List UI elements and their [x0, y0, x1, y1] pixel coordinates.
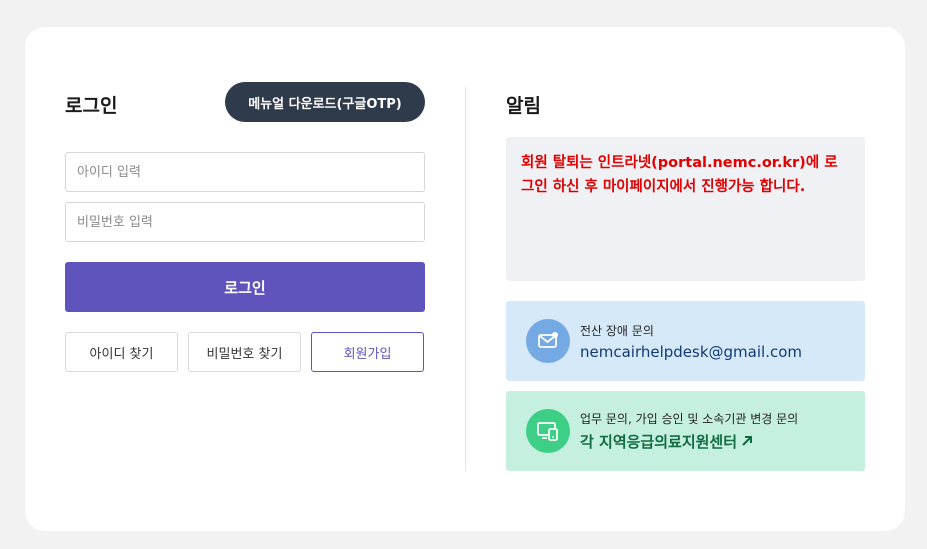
find-id-button[interactable]: 아이디 찾기: [65, 332, 178, 372]
it-support-box: 전산 장애 문의 nemcairhelpdesk@gmail.com: [506, 301, 865, 381]
manual-download-button[interactable]: 메뉴얼 다운로드(구글OTP): [225, 82, 425, 122]
login-card: 로그인 메뉴얼 다운로드(구글OTP) 로그인 아이디 찾기 비밀번호 찾기 회…: [25, 27, 905, 531]
id-input[interactable]: [65, 152, 425, 192]
business-support-label: 업무 문의, 가입 승인 및 소속기관 변경 문의: [580, 412, 799, 426]
signup-button[interactable]: 회원가입: [311, 332, 424, 372]
mail-icon: [526, 319, 570, 363]
section-divider: [465, 87, 466, 471]
password-input[interactable]: [65, 202, 425, 242]
login-section: 로그인 메뉴얼 다운로드(구글OTP) 로그인 아이디 찾기 비밀번호 찾기 회…: [65, 27, 425, 531]
business-support-box: 업무 문의, 가입 승인 및 소속기관 변경 문의 각 지역응급의료지원센터: [506, 391, 865, 471]
login-button[interactable]: 로그인: [65, 262, 425, 312]
notice-title: 알림: [506, 95, 541, 117]
it-support-email[interactable]: nemcairhelpdesk@gmail.com: [580, 343, 802, 361]
notice-section: 알림 회원 탈퇴는 인트라넷(portal.nemc.or.kr)에 로그인 하…: [506, 27, 865, 531]
it-support-label: 전산 장애 문의: [580, 323, 654, 338]
regional-center-link[interactable]: 각 지역응급의료지원센터: [580, 431, 798, 452]
external-arrow-icon: [741, 433, 753, 451]
notice-box: 회원 탈퇴는 인트라넷(portal.nemc.or.kr)에 로그인 하신 후…: [506, 137, 865, 281]
notice-message: 회원 탈퇴는 인트라넷(portal.nemc.or.kr)에 로그인 하신 후…: [521, 155, 838, 195]
login-title: 로그인: [65, 95, 118, 117]
find-password-button[interactable]: 비밀번호 찾기: [188, 332, 301, 372]
device-icon: [526, 409, 570, 453]
regional-center-link-label: 각 지역응급의료지원센터: [580, 433, 738, 451]
